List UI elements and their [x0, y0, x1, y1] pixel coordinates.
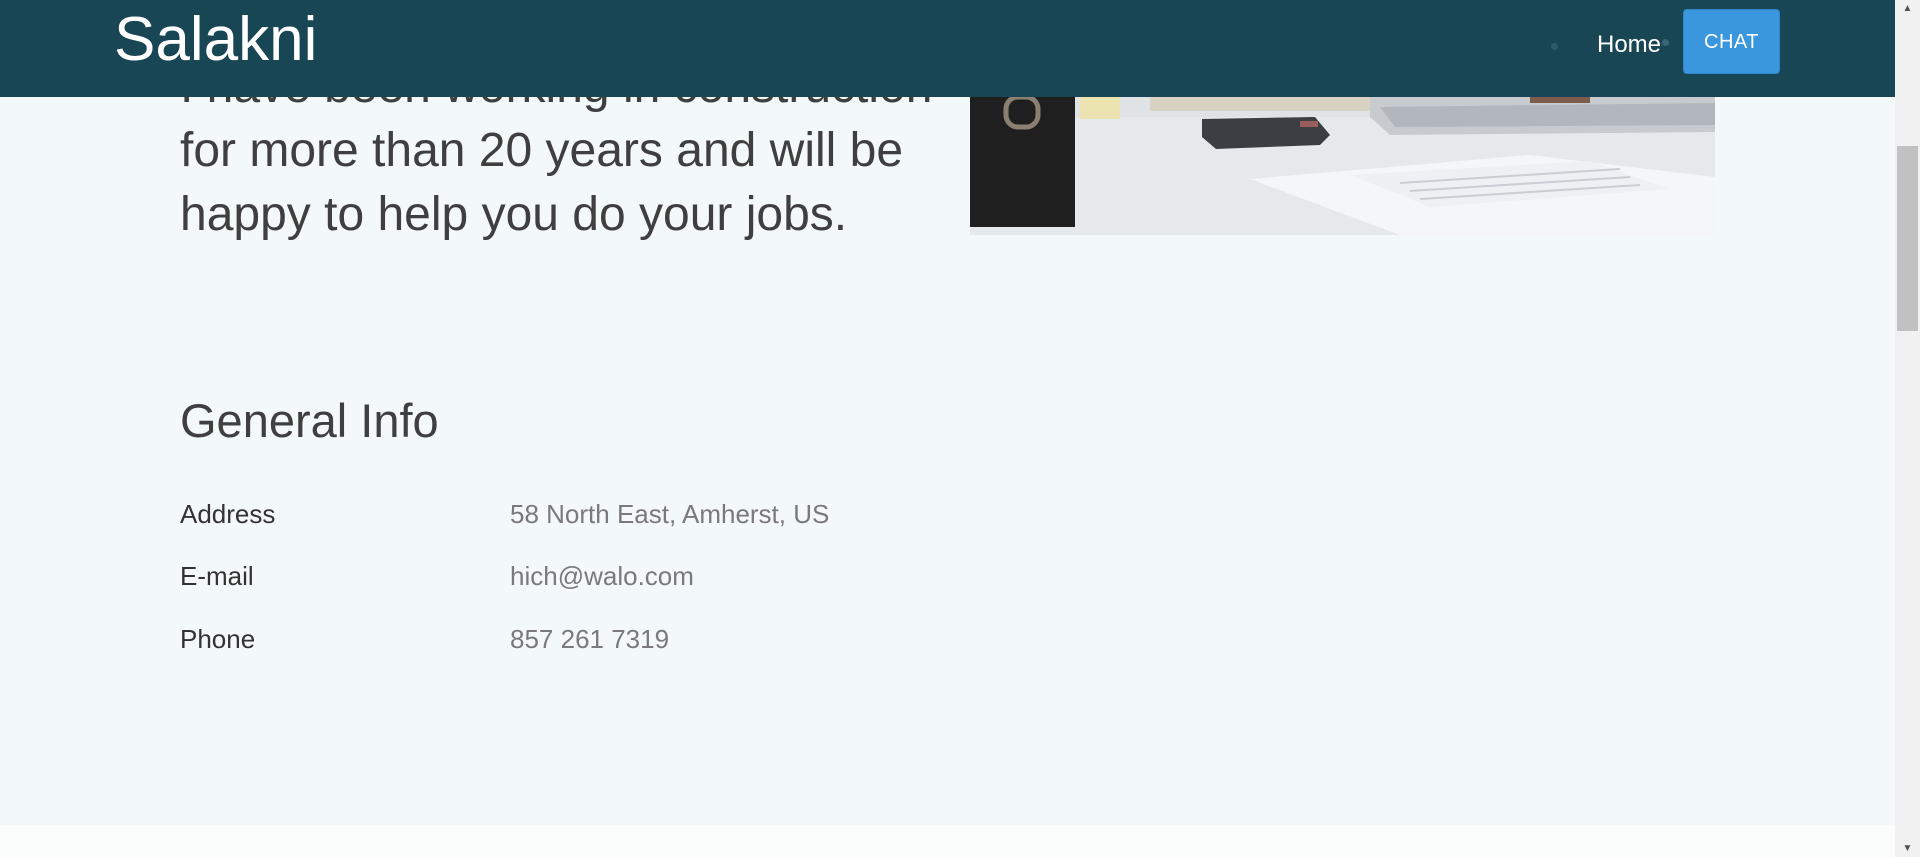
- phone-value: 857 261 7319: [510, 624, 670, 654]
- info-row-email: E-mail hich@walo.com: [180, 558, 940, 594]
- address-label: Address: [180, 499, 276, 529]
- intro-text: I have been working in construction for …: [180, 97, 932, 241]
- nav-bullet-icon: [1551, 43, 1558, 50]
- scroll-up-arrow-icon[interactable]: ▲: [1895, 0, 1920, 17]
- info-row-phone: Phone 857 261 7319: [180, 621, 940, 657]
- nav-home-link[interactable]: Home: [1597, 30, 1661, 60]
- general-info-title: General Info: [180, 394, 439, 447]
- nav-bullet-icon: [1662, 39, 1669, 46]
- office-photo: [970, 97, 1715, 235]
- email-value: hich@walo.com: [510, 561, 694, 591]
- scroll-down-arrow-icon[interactable]: ▼: [1895, 840, 1920, 857]
- scrollbar-thumb[interactable]: [1897, 146, 1918, 331]
- info-row-address: Address 58 North East, Amherst, US: [180, 496, 940, 532]
- chat-button[interactable]: CHAT: [1683, 9, 1780, 74]
- phone-label: Phone: [180, 624, 256, 654]
- email-label: E-mail: [180, 561, 254, 591]
- address-value: 58 North East, Amherst, US: [510, 499, 830, 529]
- intro-clip: I have been working in construction for …: [0, 97, 960, 297]
- office-photo-illustration: [970, 97, 1715, 235]
- vertical-scrollbar[interactable]: [1895, 0, 1920, 857]
- footer-band: [0, 825, 1895, 857]
- navbar: Salakni Home CHAT: [0, 0, 1895, 97]
- page: I have been working in construction for …: [0, 0, 1895, 857]
- brand-logo[interactable]: Salakni: [114, 4, 317, 76]
